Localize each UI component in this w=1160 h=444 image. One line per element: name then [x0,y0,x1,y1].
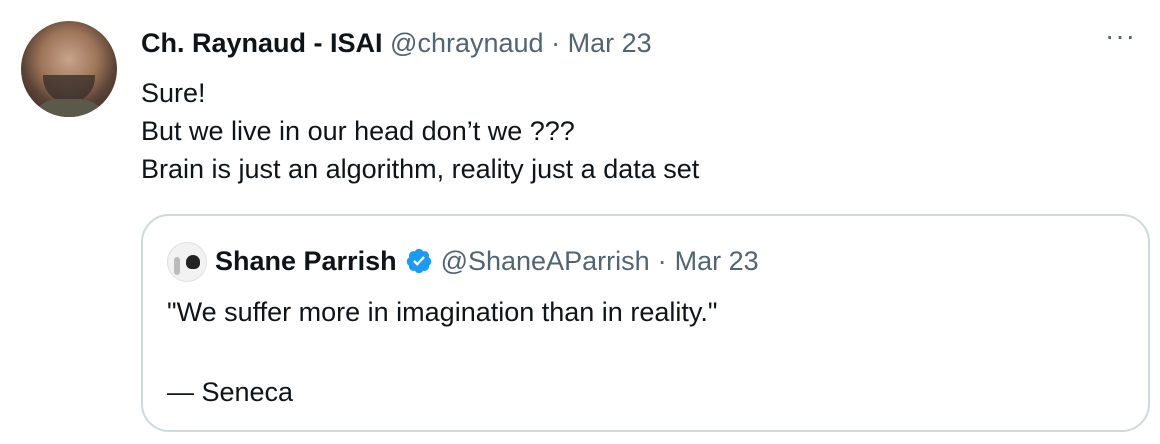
quoted-text-blank-line [167,332,717,372]
quoted-text-line: "We suffer more in imagination than in r… [167,297,718,327]
tweet-text-line: Brain is just an algorithm, reality just… [141,154,700,184]
tweet-text: Sure! But we live in our head don’t we ?… [141,74,699,188]
quoted-text-line: — Seneca [167,377,294,407]
quoted-header-separator: · [657,246,667,276]
author-name[interactable]: Ch. Raynaud - ISAI [141,28,383,58]
quoted-tweet-card[interactable]: Shane Parrish @ShaneAParrish · Mar 23 "W… [141,214,1150,432]
tweet-date[interactable]: Mar 23 [568,28,652,58]
avatar-mark-shape [186,255,200,269]
tweet-text-line: Sure! [141,78,206,108]
verified-badge-icon [406,248,431,274]
tweet[interactable]: Ch. Raynaud - ISAI @chraynaud · Mar 23 ·… [0,0,1160,444]
quoted-author-name[interactable]: Shane Parrish [215,243,397,279]
tweet-header: Ch. Raynaud - ISAI @chraynaud · Mar 23 [141,27,652,59]
quoted-author-avatar[interactable] [167,242,207,282]
author-avatar[interactable] [21,21,117,117]
header-separator: · [551,28,561,58]
quoted-tweet-date[interactable]: Mar 23 [675,243,759,279]
more-horizontal-icon[interactable]: ··· [1105,22,1136,50]
quoted-tweet-header: Shane Parrish @ShaneAParrish · Mar 23 [215,243,759,279]
quoted-author-handle[interactable]: @ShaneAParrish [441,243,650,279]
tweet-text-line: But we live in our head don’t we ??? [141,116,575,146]
avatar-streak-shape [174,257,180,275]
avatar-shirt-shape [29,99,109,117]
author-handle[interactable]: @chraynaud [390,28,544,58]
quoted-tweet-text: "We suffer more in imagination than in r… [167,292,717,412]
